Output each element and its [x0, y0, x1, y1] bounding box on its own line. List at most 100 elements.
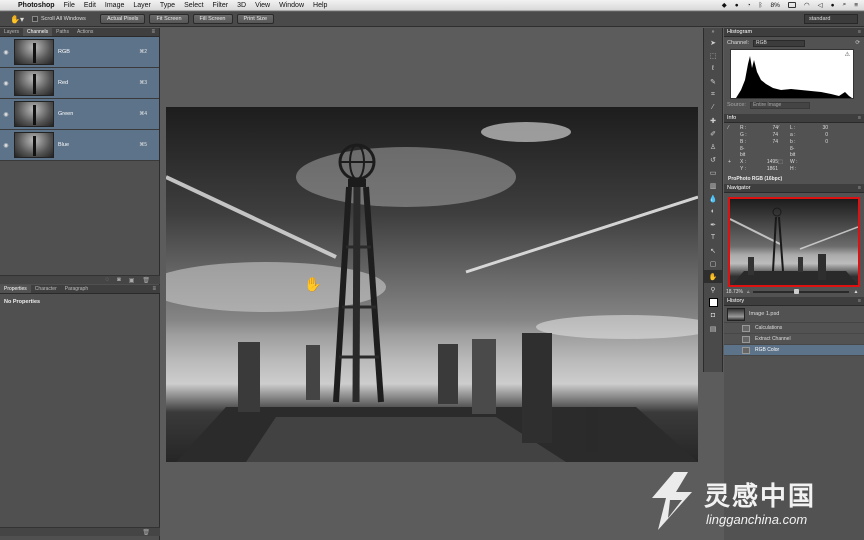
menu-image[interactable]: Image: [105, 2, 124, 9]
channel-row-rgb[interactable]: ◉ RGB ⌘2: [0, 37, 159, 68]
menu-filter[interactable]: Filter: [213, 2, 229, 9]
visibility-eye-icon[interactable]: ◉: [0, 142, 12, 149]
visibility-eye-icon[interactable]: ◉: [0, 80, 12, 87]
dropbox-icon[interactable]: ◆: [722, 1, 727, 9]
tab-channels[interactable]: Channels: [23, 28, 53, 36]
dodge-tool-icon[interactable]: ◐: [704, 205, 722, 218]
eraser-tool-icon[interactable]: ▭: [704, 166, 722, 179]
delete-channel-icon[interactable]: 🗑: [142, 277, 150, 284]
channel-row-green[interactable]: ◉ Green ⌘4: [0, 99, 159, 130]
cloud: [296, 147, 516, 207]
menu-type[interactable]: Type: [160, 2, 175, 9]
lasso-tool-icon[interactable]: ℓ: [704, 62, 722, 75]
channel-row-red[interactable]: ◉ Red ⌘3: [0, 68, 159, 99]
tab-layers[interactable]: Layers: [0, 28, 23, 36]
move-tool-icon[interactable]: ➤: [704, 36, 722, 49]
checkbox-box[interactable]: [32, 16, 38, 22]
load-selection-icon[interactable]: ◌: [106, 277, 110, 283]
print-size-button[interactable]: Print Size: [236, 14, 275, 24]
hand-tool-icon[interactable]: ✋: [704, 270, 722, 283]
user-icon[interactable]: ●: [831, 2, 835, 9]
menu-select[interactable]: Select: [184, 2, 203, 9]
new-channel-icon[interactable]: ▣: [129, 277, 135, 284]
panel-menu-icon[interactable]: ≡: [858, 115, 861, 121]
source-select[interactable]: Entire Image: [749, 101, 810, 109]
histogram-panel-tab[interactable]: Histogram ≡: [724, 28, 864, 37]
quick-mask-icon[interactable]: ◘: [704, 309, 722, 322]
channel-row-blue[interactable]: ◉ Blue ⌘5: [0, 130, 159, 161]
refresh-icon[interactable]: ⟳: [855, 40, 860, 46]
color-swatches-icon[interactable]: [704, 296, 722, 309]
workspace-switcher[interactable]: standard: [804, 14, 858, 24]
record-icon[interactable]: ●: [735, 2, 739, 9]
panel-menu-icon[interactable]: ≡: [858, 185, 861, 191]
info-panel-tab[interactable]: Info ≡: [724, 114, 864, 123]
battery-icon[interactable]: [787, 2, 796, 8]
menu-edit[interactable]: Edit: [84, 2, 96, 9]
zoom-percent[interactable]: 18.73%: [726, 289, 743, 295]
tab-actions[interactable]: Actions: [73, 28, 97, 36]
panel-menu-icon[interactable]: ≡: [858, 298, 861, 304]
quick-select-tool-icon[interactable]: ✎: [704, 75, 722, 88]
path-select-tool-icon[interactable]: ↖: [704, 244, 722, 257]
history-brush-tool-icon[interactable]: ↺: [704, 153, 722, 166]
zoom-in-icon[interactable]: ▲: [853, 289, 858, 295]
panel-menu-icon[interactable]: ≡: [858, 29, 861, 35]
tab-paragraph[interactable]: Paragraph: [61, 285, 92, 293]
blur-tool-icon[interactable]: 💧: [704, 192, 722, 205]
tab-paths[interactable]: Paths: [52, 28, 73, 36]
toolbar-collapse-icon[interactable]: »: [704, 28, 722, 36]
zoom-slider[interactable]: [753, 289, 850, 294]
brush-tool-icon[interactable]: ✐: [704, 127, 722, 140]
clone-stamp-tool-icon[interactable]: ♙: [704, 140, 722, 153]
menu-file[interactable]: File: [64, 2, 75, 9]
history-step[interactable]: Extract Channel: [724, 334, 864, 345]
tab-character[interactable]: Character: [31, 285, 61, 293]
visibility-eye-icon[interactable]: ◉: [0, 111, 12, 118]
menu-layer[interactable]: Layer: [133, 2, 151, 9]
zoom-out-icon[interactable]: ▵: [747, 289, 750, 295]
menu-window[interactable]: Window: [279, 2, 304, 9]
history-panel-tab[interactable]: History ≡: [724, 297, 864, 306]
notifications-icon[interactable]: ≡: [854, 2, 858, 9]
zoom-slider-knob[interactable]: [794, 289, 800, 294]
menu-3d[interactable]: 3D: [237, 2, 246, 9]
pen-tool-icon[interactable]: ✒: [704, 218, 722, 231]
fit-screen-button[interactable]: Fit Screen: [149, 14, 189, 24]
clock-icon[interactable]: ◔: [747, 2, 751, 9]
history-step-selected[interactable]: RGB Color: [724, 345, 864, 356]
visibility-eye-icon[interactable]: ◉: [0, 49, 12, 56]
fill-screen-button[interactable]: Fill Screen: [192, 14, 233, 24]
screen-mode-icon[interactable]: ▤: [704, 322, 722, 335]
gradient-tool-icon[interactable]: ▥: [704, 179, 722, 192]
shape-tool-icon[interactable]: ▢: [704, 257, 722, 270]
crop-tool-icon[interactable]: ⌗: [704, 88, 722, 101]
eyedropper-tool-icon[interactable]: ⁄: [704, 101, 722, 114]
healing-tool-icon[interactable]: ✚: [704, 114, 722, 127]
history-snapshot[interactable]: Image 1.psd: [724, 306, 864, 323]
delete-icon[interactable]: 🗑: [142, 529, 150, 536]
zoom-tool-icon[interactable]: ⚲: [704, 283, 722, 296]
scroll-all-windows-checkbox[interactable]: Scroll All Windows: [32, 16, 86, 22]
marquee-tool-icon[interactable]: ⬚: [704, 49, 722, 62]
actual-pixels-button[interactable]: Actual Pixels: [99, 14, 146, 24]
tab-properties[interactable]: Properties: [0, 285, 31, 293]
save-selection-icon[interactable]: ◙: [117, 277, 121, 283]
hand-tool-preset-icon[interactable]: ✋▾: [6, 14, 28, 25]
history-step[interactable]: Calculations: [724, 323, 864, 334]
bluetooth-icon[interactable]: ᛒ: [759, 2, 763, 9]
menu-help[interactable]: Help: [313, 2, 327, 9]
menu-app-name[interactable]: Photoshop: [18, 2, 55, 9]
volume-icon[interactable]: ◁: [818, 1, 823, 9]
search-icon[interactable]: ⌕: [843, 1, 847, 9]
document-canvas[interactable]: ✋: [166, 107, 698, 462]
type-tool-icon[interactable]: T: [704, 231, 722, 244]
channel-select[interactable]: RGB: [753, 39, 806, 47]
panel-menu-icon[interactable]: ≡: [151, 29, 155, 35]
info-g: 74: [772, 132, 778, 138]
navigator-panel-tab[interactable]: Navigator ≡: [724, 184, 864, 193]
panel-menu-icon[interactable]: ≡: [152, 286, 156, 292]
menu-view[interactable]: View: [255, 2, 270, 9]
navigator-preview[interactable]: [728, 197, 860, 287]
wifi-icon[interactable]: ◠: [804, 1, 810, 9]
